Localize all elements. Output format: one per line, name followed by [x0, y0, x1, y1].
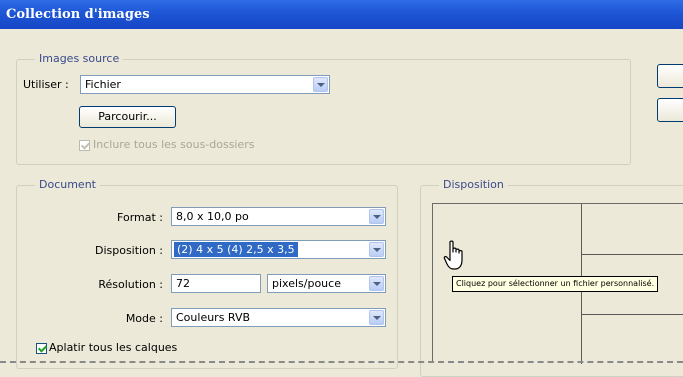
layout-legend: Disposition — [439, 178, 508, 191]
layout-label: Disposition : — [94, 244, 163, 257]
use-label: Utiliser : — [23, 78, 69, 91]
format-select[interactable]: 8,0 x 10,0 po — [171, 207, 386, 226]
resolution-input[interactable]: 72 — [171, 274, 261, 293]
document-legend: Document — [35, 178, 100, 191]
hand-pointer-icon — [443, 240, 463, 270]
browse-button-label: Parcourir... — [98, 110, 157, 123]
use-select[interactable]: Fichier — [80, 75, 330, 94]
format-select-value: 8,0 x 10,0 po — [176, 210, 249, 223]
resolution-unit-select[interactable]: pixels/pouce — [267, 274, 386, 293]
window-title-bar: Collection d'images — [0, 0, 683, 29]
ok-button[interactable] — [657, 64, 683, 88]
custom-file-tooltip: Cliquez pour sélectionner un fichier per… — [452, 276, 659, 292]
mode-select[interactable]: Couleurs RVB — [171, 308, 386, 327]
browse-button[interactable]: Parcourir... — [79, 106, 176, 128]
include-subfolders-label: Inclure tous les sous-dossiers — [93, 138, 255, 151]
chevron-down-icon[interactable] — [369, 209, 384, 224]
resolution-label: Résolution : — [98, 278, 163, 291]
chevron-down-icon[interactable] — [369, 242, 384, 257]
resolution-value: 72 — [176, 277, 190, 290]
tooltip-text: Cliquez pour sélectionner un fichier per… — [456, 279, 655, 288]
bottom-edge — [0, 361, 683, 363]
use-select-value: Fichier — [85, 78, 121, 91]
flatten-layers-label: Aplatir tous les calques — [49, 341, 178, 354]
window-title: Collection d'images — [6, 7, 150, 22]
format-label: Format : — [117, 211, 163, 224]
resolution-unit-value: pixels/pouce — [272, 277, 341, 290]
cancel-button[interactable] — [657, 98, 683, 122]
preview-divider — [581, 314, 683, 315]
chevron-down-icon[interactable] — [313, 77, 328, 92]
source-images-legend: Images source — [35, 52, 124, 65]
layout-select[interactable]: (2) 4 x 5 (4) 2,5 x 3,5 — [171, 240, 386, 259]
layout-select-value: (2) 4 x 5 (4) 2,5 x 3,5 — [174, 242, 298, 257]
mode-label: Mode : — [125, 312, 163, 325]
mode-select-value: Couleurs RVB — [176, 311, 251, 324]
preview-divider — [581, 254, 683, 255]
chevron-down-icon[interactable] — [369, 310, 384, 325]
include-subfolders-checkbox[interactable] — [79, 140, 90, 151]
flatten-layers-checkbox[interactable] — [36, 343, 47, 354]
chevron-down-icon[interactable] — [369, 276, 384, 291]
